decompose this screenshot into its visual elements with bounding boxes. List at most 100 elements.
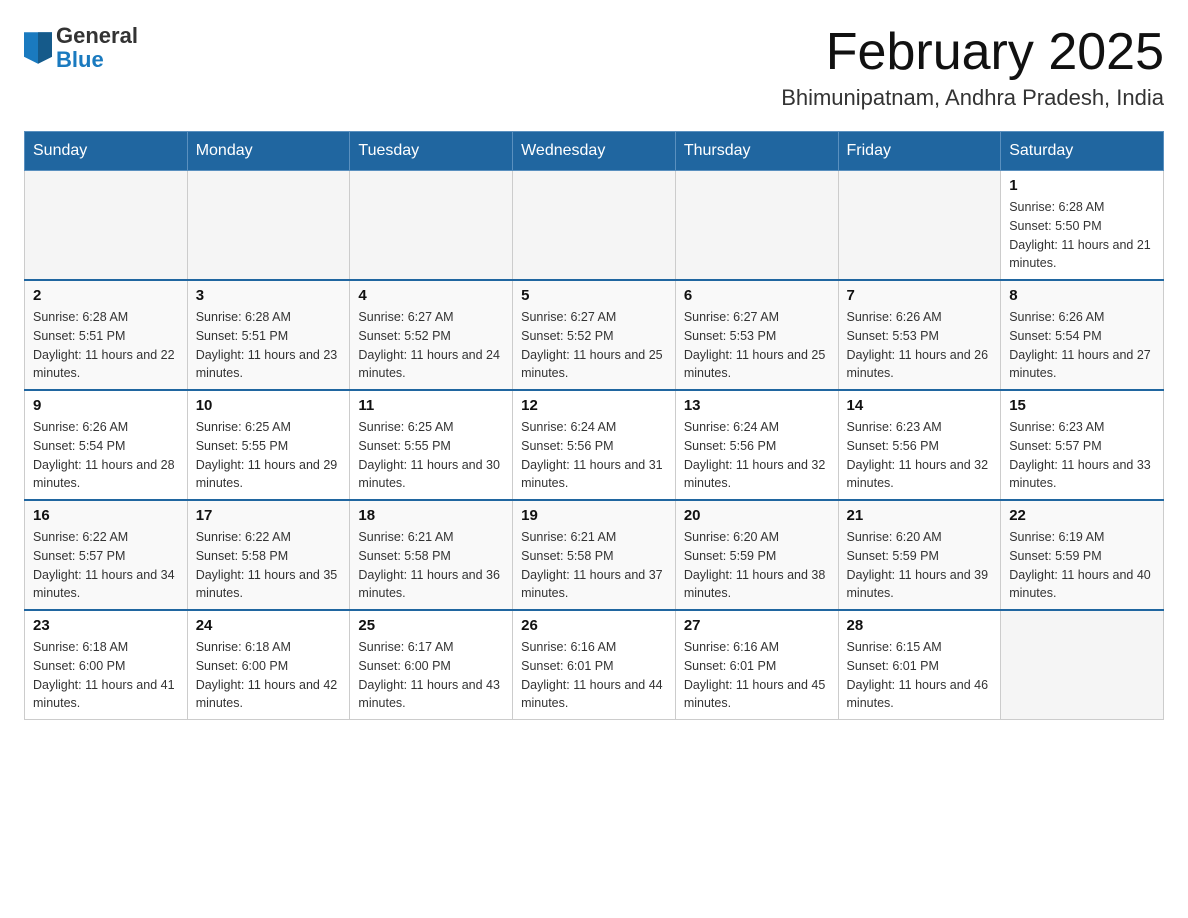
calendar-cell: 10Sunrise: 6:25 AMSunset: 5:55 PMDayligh…	[187, 390, 350, 500]
calendar-cell	[675, 171, 838, 281]
day-number: 6	[684, 287, 830, 304]
calendar-cell	[350, 171, 513, 281]
day-number: 18	[358, 507, 504, 524]
day-number: 17	[196, 507, 342, 524]
calendar-cell: 28Sunrise: 6:15 AMSunset: 6:01 PMDayligh…	[838, 610, 1001, 720]
day-info: Sunrise: 6:17 AMSunset: 6:00 PMDaylight:…	[358, 638, 504, 713]
day-number: 15	[1009, 397, 1155, 414]
day-info: Sunrise: 6:26 AMSunset: 5:53 PMDaylight:…	[847, 308, 993, 383]
day-info: Sunrise: 6:21 AMSunset: 5:58 PMDaylight:…	[358, 528, 504, 603]
day-info: Sunrise: 6:26 AMSunset: 5:54 PMDaylight:…	[33, 418, 179, 493]
header-day-tuesday: Tuesday	[350, 132, 513, 171]
day-number: 24	[196, 617, 342, 634]
calendar-cell: 2 Sunrise: 6:28 AMSunset: 5:51 PMDaylight…	[25, 280, 188, 390]
calendar-cell: 8 Sunrise: 6:26 AMSunset: 5:54 PMDaylight…	[1001, 280, 1164, 390]
day-number: 21	[847, 507, 993, 524]
calendar-cell: 17 Sunrise: 6:22 AMSunset: 5:58 PMDayligh…	[187, 500, 350, 610]
calendar-table: SundayMondayTuesdayWednesdayThursdayFrid…	[24, 131, 1164, 720]
day-number: 16	[33, 507, 179, 524]
day-number: 20	[684, 507, 830, 524]
title-block: February 2025 Bhimunipatnam, Andhra Prad…	[781, 24, 1164, 111]
calendar-cell: 20 Sunrise: 6:20 AMSunset: 5:59 PMDayligh…	[675, 500, 838, 610]
day-number: 2	[33, 287, 179, 304]
day-info: Sunrise: 6:19 AMSunset: 5:59 PMDaylight:…	[1009, 528, 1155, 603]
day-number: 14	[847, 397, 993, 414]
calendar-cell: 23 Sunrise: 6:18 AMSunset: 6:00 PMDayligh…	[25, 610, 188, 720]
day-info: Sunrise: 6:22 AMSunset: 5:57 PMDaylight:…	[33, 528, 179, 603]
day-info: Sunrise: 6:23 AMSunset: 5:56 PMDaylight:…	[847, 418, 993, 493]
header-day-monday: Monday	[187, 132, 350, 171]
day-info: Sunrise: 6:24 AMSunset: 5:56 PMDaylight:…	[684, 418, 830, 493]
day-info: Sunrise: 6:28 AMSunset: 5:51 PMDaylight:…	[196, 308, 342, 383]
day-info: Sunrise: 6:25 AMSunset: 5:55 PMDaylight:…	[196, 418, 342, 493]
day-number: 8	[1009, 287, 1155, 304]
calendar-cell: 16 Sunrise: 6:22 AMSunset: 5:57 PMDayligh…	[25, 500, 188, 610]
day-number: 22	[1009, 507, 1155, 524]
calendar-week-5: 23 Sunrise: 6:18 AMSunset: 6:00 PMDayligh…	[25, 610, 1164, 720]
calendar-cell: 9 Sunrise: 6:26 AMSunset: 5:54 PMDaylight…	[25, 390, 188, 500]
day-number: 3	[196, 287, 342, 304]
calendar-cell	[838, 171, 1001, 281]
day-number: 19	[521, 507, 667, 524]
day-info: Sunrise: 6:16 AMSunset: 6:01 PMDaylight:…	[684, 638, 830, 713]
day-info: Sunrise: 6:22 AMSunset: 5:58 PMDaylight:…	[196, 528, 342, 603]
header-day-wednesday: Wednesday	[513, 132, 676, 171]
header-day-thursday: Thursday	[675, 132, 838, 171]
calendar-cell: 27 Sunrise: 6:16 AMSunset: 6:01 PMDayligh…	[675, 610, 838, 720]
calendar-cell: 6Sunrise: 6:27 AMSunset: 5:53 PMDaylight…	[675, 280, 838, 390]
calendar-week-1: 1 Sunrise: 6:28 AMSunset: 5:50 PMDaylight…	[25, 171, 1164, 281]
day-number: 5	[521, 287, 667, 304]
day-number: 25	[358, 617, 504, 634]
calendar-cell: 14 Sunrise: 6:23 AMSunset: 5:56 PMDayligh…	[838, 390, 1001, 500]
day-info: Sunrise: 6:23 AMSunset: 5:57 PMDaylight:…	[1009, 418, 1155, 493]
page-header: General Blue February 2025 Bhimunipatnam…	[24, 24, 1164, 111]
day-info: Sunrise: 6:24 AMSunset: 5:56 PMDaylight:…	[521, 418, 667, 493]
calendar-cell: 22 Sunrise: 6:19 AMSunset: 5:59 PMDayligh…	[1001, 500, 1164, 610]
day-info: Sunrise: 6:28 AMSunset: 5:50 PMDaylight:…	[1009, 198, 1155, 273]
day-number: 1	[1009, 177, 1155, 194]
day-number: 26	[521, 617, 667, 634]
day-number: 12	[521, 397, 667, 414]
calendar-cell: 13 Sunrise: 6:24 AMSunset: 5:56 PMDayligh…	[675, 390, 838, 500]
logo-blue: Blue	[56, 48, 138, 72]
calendar-cell	[187, 171, 350, 281]
day-number: 7	[847, 287, 993, 304]
calendar-cell: 11Sunrise: 6:25 AMSunset: 5:55 PMDayligh…	[350, 390, 513, 500]
day-info: Sunrise: 6:26 AMSunset: 5:54 PMDaylight:…	[1009, 308, 1155, 383]
day-info: Sunrise: 6:18 AMSunset: 6:00 PMDaylight:…	[33, 638, 179, 713]
calendar-cell: 19 Sunrise: 6:21 AMSunset: 5:58 PMDayligh…	[513, 500, 676, 610]
calendar-cell: 24 Sunrise: 6:18 AMSunset: 6:00 PMDayligh…	[187, 610, 350, 720]
calendar-cell: 26 Sunrise: 6:16 AMSunset: 6:01 PMDayligh…	[513, 610, 676, 720]
calendar-cell: 21 Sunrise: 6:20 AMSunset: 5:59 PMDayligh…	[838, 500, 1001, 610]
day-info: Sunrise: 6:25 AMSunset: 5:55 PMDaylight:…	[358, 418, 504, 493]
day-number: 27	[684, 617, 830, 634]
calendar-week-3: 9 Sunrise: 6:26 AMSunset: 5:54 PMDaylight…	[25, 390, 1164, 500]
calendar-cell: 5Sunrise: 6:27 AMSunset: 5:52 PMDaylight…	[513, 280, 676, 390]
calendar-header: SundayMondayTuesdayWednesdayThursdayFrid…	[25, 132, 1164, 171]
header-row: SundayMondayTuesdayWednesdayThursdayFrid…	[25, 132, 1164, 171]
logo: General Blue	[24, 24, 138, 72]
calendar-cell: 1 Sunrise: 6:28 AMSunset: 5:50 PMDaylight…	[1001, 171, 1164, 281]
calendar-cell: 7 Sunrise: 6:26 AMSunset: 5:53 PMDaylight…	[838, 280, 1001, 390]
day-info: Sunrise: 6:28 AMSunset: 5:51 PMDaylight:…	[33, 308, 179, 383]
day-info: Sunrise: 6:27 AMSunset: 5:52 PMDaylight:…	[358, 308, 504, 383]
day-info: Sunrise: 6:20 AMSunset: 5:59 PMDaylight:…	[847, 528, 993, 603]
day-number: 13	[684, 397, 830, 414]
calendar-body: 1 Sunrise: 6:28 AMSunset: 5:50 PMDaylight…	[25, 171, 1164, 720]
day-number: 4	[358, 287, 504, 304]
day-number: 9	[33, 397, 179, 414]
calendar-week-4: 16 Sunrise: 6:22 AMSunset: 5:57 PMDayligh…	[25, 500, 1164, 610]
day-info: Sunrise: 6:21 AMSunset: 5:58 PMDaylight:…	[521, 528, 667, 603]
logo-text: General Blue	[56, 24, 138, 72]
day-info: Sunrise: 6:20 AMSunset: 5:59 PMDaylight:…	[684, 528, 830, 603]
calendar-cell	[513, 171, 676, 281]
day-info: Sunrise: 6:16 AMSunset: 6:01 PMDaylight:…	[521, 638, 667, 713]
location: Bhimunipatnam, Andhra Pradesh, India	[781, 85, 1164, 111]
day-info: Sunrise: 6:18 AMSunset: 6:00 PMDaylight:…	[196, 638, 342, 713]
calendar-cell: 3 Sunrise: 6:28 AMSunset: 5:51 PMDaylight…	[187, 280, 350, 390]
calendar-week-2: 2 Sunrise: 6:28 AMSunset: 5:51 PMDaylight…	[25, 280, 1164, 390]
month-title: February 2025	[781, 24, 1164, 81]
day-number: 23	[33, 617, 179, 634]
logo-general: General	[56, 24, 138, 48]
day-number: 28	[847, 617, 993, 634]
